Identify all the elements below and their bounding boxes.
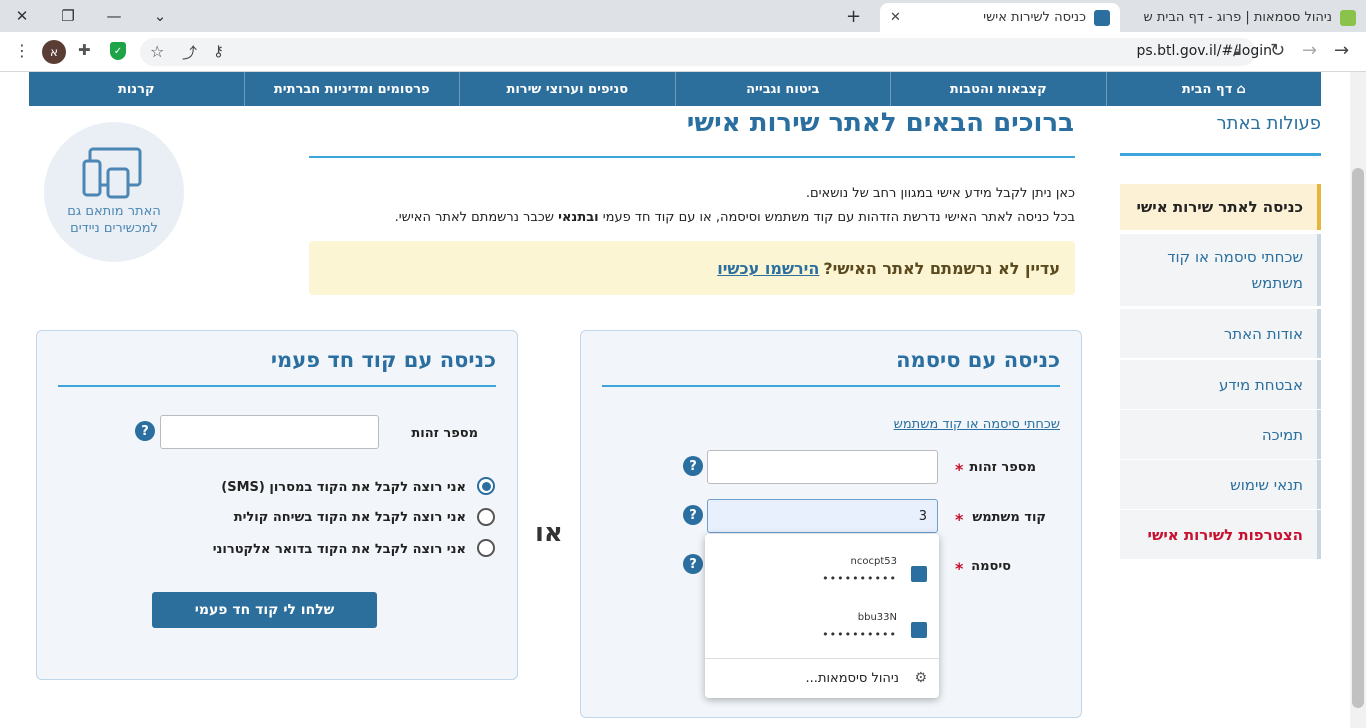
nav-item-insurance[interactable]: ביטוח וגבייה	[674, 72, 891, 106]
page-title: ברוכים הבאים לאתר שירות אישי	[686, 108, 1074, 138]
sidebar-item-join[interactable]: הצטרפות לשירות אישי	[1120, 510, 1321, 559]
btl-site-icon	[911, 622, 927, 638]
saved-credential-item[interactable]: bbu33N ••••••••••	[705, 604, 939, 656]
scrollbar-thumb[interactable]	[1352, 168, 1364, 708]
security-shield-icon[interactable]: ✓	[110, 42, 126, 60]
tab-search-icon[interactable]: ⌄	[138, 4, 182, 28]
forgot-password-link[interactable]: שכחתי סיסמה או קוד משתמש	[894, 417, 1060, 432]
password-title-divider	[602, 385, 1060, 387]
saved-username: ncocpt53	[850, 556, 897, 567]
saved-username: bbu33N	[857, 612, 897, 623]
dropdown-divider	[705, 658, 939, 659]
send-otp-button[interactable]: שלחו לי קוד חד פעמי	[152, 592, 377, 628]
browser-tabstrip: ✕ ❐ — ⌄ + כניסה לשירות אישי ✕ ניהול ססמא…	[0, 0, 1366, 32]
gear-icon: ⚙	[914, 670, 927, 686]
nav-item-branches[interactable]: סניפים וערוצי שירות	[459, 72, 675, 106]
sidebar-item-forgot[interactable]: שכחתי סיסמה או קוד משתמש	[1120, 234, 1321, 306]
url-text[interactable]: ps.btl.gov.il/#/login	[1137, 43, 1273, 59]
saved-password-mask: ••••••••••	[822, 572, 897, 585]
title-divider	[309, 156, 1075, 158]
register-link[interactable]: הירשמו עכשיו	[717, 259, 819, 278]
mobile-badge: האתר מותאם גם למכשירים ניידים	[44, 122, 184, 262]
restore-window-icon[interactable]: ❐	[46, 4, 90, 28]
sidebar-item-security[interactable]: אבטחת מידע	[1120, 360, 1321, 409]
lock-icon[interactable]: 🔒︎	[1234, 44, 1240, 59]
address-bar[interactable]	[140, 38, 1256, 66]
forward-icon[interactable]: →	[1302, 40, 1317, 61]
sidebar-title: פעולות באתר	[1216, 113, 1321, 134]
tab-password-manager[interactable]: ניהול ססמאות | פרוג - דף הבית ש	[1122, 3, 1366, 32]
tab-login[interactable]: כניסה לשירות אישי ✕	[880, 3, 1120, 32]
user-code-input[interactable]: 3	[707, 499, 938, 533]
nav-item-funds[interactable]: קרנות	[29, 72, 244, 106]
manage-passwords-item[interactable]: ניהול סיסמאות...	[806, 671, 899, 686]
password-label: סיסמה	[971, 559, 1011, 574]
nav-item-publications[interactable]: פרסומים ומדיניות חברתית	[243, 72, 460, 106]
bookmark-star-icon[interactable]: ☆	[150, 42, 164, 61]
required-mark: *	[955, 460, 964, 479]
close-window-icon[interactable]: ✕	[0, 4, 44, 28]
devices-icon	[82, 147, 142, 199]
radio-sms[interactable]	[477, 477, 495, 495]
new-tab-button[interactable]: +	[846, 6, 861, 27]
radio-voice-call[interactable]	[477, 508, 495, 526]
id-input[interactable]	[707, 450, 938, 484]
tab-title: כניסה לשירות אישי	[983, 10, 1086, 25]
option-email-label[interactable]: אני רוצה לקבל את הקוד בדואר אלקטרוני	[213, 542, 466, 557]
sidebar-item-login[interactable]: כניסה לאתר שירות אישי	[1120, 184, 1321, 230]
site-nav: ⌂ דף הבית קצבאות והטבות ביטוח וגבייה סניפ…	[29, 72, 1321, 106]
otp-id-help-icon[interactable]: ?	[135, 421, 155, 441]
password-autocomplete: ncocpt53 •••••••••• bbu33N •••••••••• ני…	[705, 534, 939, 698]
id-label: מספר זהות	[969, 460, 1036, 475]
sidebar-divider	[1120, 153, 1321, 156]
reload-icon[interactable]: ↻	[1270, 40, 1285, 61]
passwords-favicon-icon	[1340, 9, 1356, 26]
password-help-icon[interactable]: ?	[683, 554, 703, 574]
key-icon[interactable]: ⚷	[213, 42, 224, 60]
btl-favicon-icon	[1094, 9, 1110, 26]
sidebar-item-terms[interactable]: תנאי שימוש	[1120, 460, 1321, 509]
otp-id-input[interactable]	[160, 415, 379, 449]
otp-login-title: כניסה עם קוד חד פעמי	[270, 348, 496, 372]
intro-text-2: בכל כניסה לאתר האישי נדרשת הזדהות עם קוד…	[394, 210, 1075, 225]
otp-title-divider	[58, 385, 496, 387]
password-login-title: כניסה עם סיסמה	[896, 348, 1060, 372]
menu-icon[interactable]: ⋮	[14, 41, 30, 60]
tab-title: ניהול ססמאות | פרוג - דף הבית ש	[1143, 10, 1332, 25]
intro-text-1: כאן ניתן לקבל מידע אישי במגוון רחב של נו…	[805, 186, 1075, 201]
minimize-window-icon[interactable]: —	[92, 4, 136, 28]
sidebar-item-about[interactable]: אודות האתר	[1120, 309, 1321, 358]
nav-item-home[interactable]: ⌂ דף הבית	[1105, 72, 1322, 106]
extensions-icon[interactable]: ✚	[78, 41, 91, 59]
required-mark: *	[955, 510, 964, 529]
sidebar-item-support[interactable]: תמיכה	[1120, 410, 1321, 459]
profile-avatar[interactable]: א	[42, 40, 66, 64]
id-help-icon[interactable]: ?	[683, 456, 703, 476]
saved-password-mask: ••••••••••	[822, 628, 897, 641]
back-icon[interactable]: →	[1334, 40, 1349, 61]
btl-site-icon	[911, 566, 927, 582]
nav-item-benefits[interactable]: קצבאות והטבות	[890, 72, 1106, 106]
option-sms-label[interactable]: אני רוצה לקבל את הקוד במסרון (SMS)	[221, 480, 466, 495]
or-separator: או	[535, 518, 563, 548]
required-mark: *	[955, 559, 964, 578]
home-icon: ⌂	[1236, 81, 1246, 97]
user-code-label: קוד משתמש	[972, 510, 1046, 525]
share-icon[interactable]: ⤴	[182, 42, 197, 63]
option-voice-label[interactable]: אני רוצה לקבל את הקוד בשיחה קולית	[234, 510, 466, 525]
saved-credential-item[interactable]: ncocpt53 ••••••••••	[705, 548, 939, 600]
register-banner: עדיין לא נרשמתם לאתר האישי? הירשמו עכשיו	[309, 241, 1075, 295]
close-tab-icon[interactable]: ✕	[890, 10, 901, 25]
radio-email[interactable]	[477, 539, 495, 557]
user-code-help-icon[interactable]: ?	[683, 505, 703, 525]
otp-id-label: מספר זהות	[411, 426, 478, 441]
mobile-text: האתר מותאם גם למכשירים ניידים	[67, 204, 161, 236]
